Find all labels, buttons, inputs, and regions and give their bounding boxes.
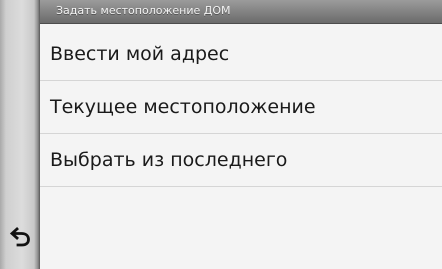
menu-item-label: Выбрать из последнего xyxy=(50,149,288,171)
menu-item-label: Текущее местоположение xyxy=(50,96,316,118)
back-arrow-icon xyxy=(9,223,33,251)
left-sidebar xyxy=(0,0,40,269)
menu-item-choose-recent[interactable]: Выбрать из последнего xyxy=(40,134,442,187)
device-screen: Задать местоположение ДОМ Ввести мой адр… xyxy=(0,0,442,269)
menu-item-current-location[interactable]: Текущее местоположение xyxy=(40,81,442,134)
back-button[interactable] xyxy=(8,222,34,252)
empty-list-area xyxy=(40,187,442,269)
menu-list: Ввести мой адрес Текущее местоположение … xyxy=(40,24,442,269)
menu-item-label: Ввести мой адрес xyxy=(50,43,230,65)
page-title: Задать местоположение ДОМ xyxy=(56,4,231,17)
title-bar: Задать местоположение ДОМ xyxy=(40,0,442,24)
menu-item-enter-address[interactable]: Ввести мой адрес xyxy=(40,28,442,81)
